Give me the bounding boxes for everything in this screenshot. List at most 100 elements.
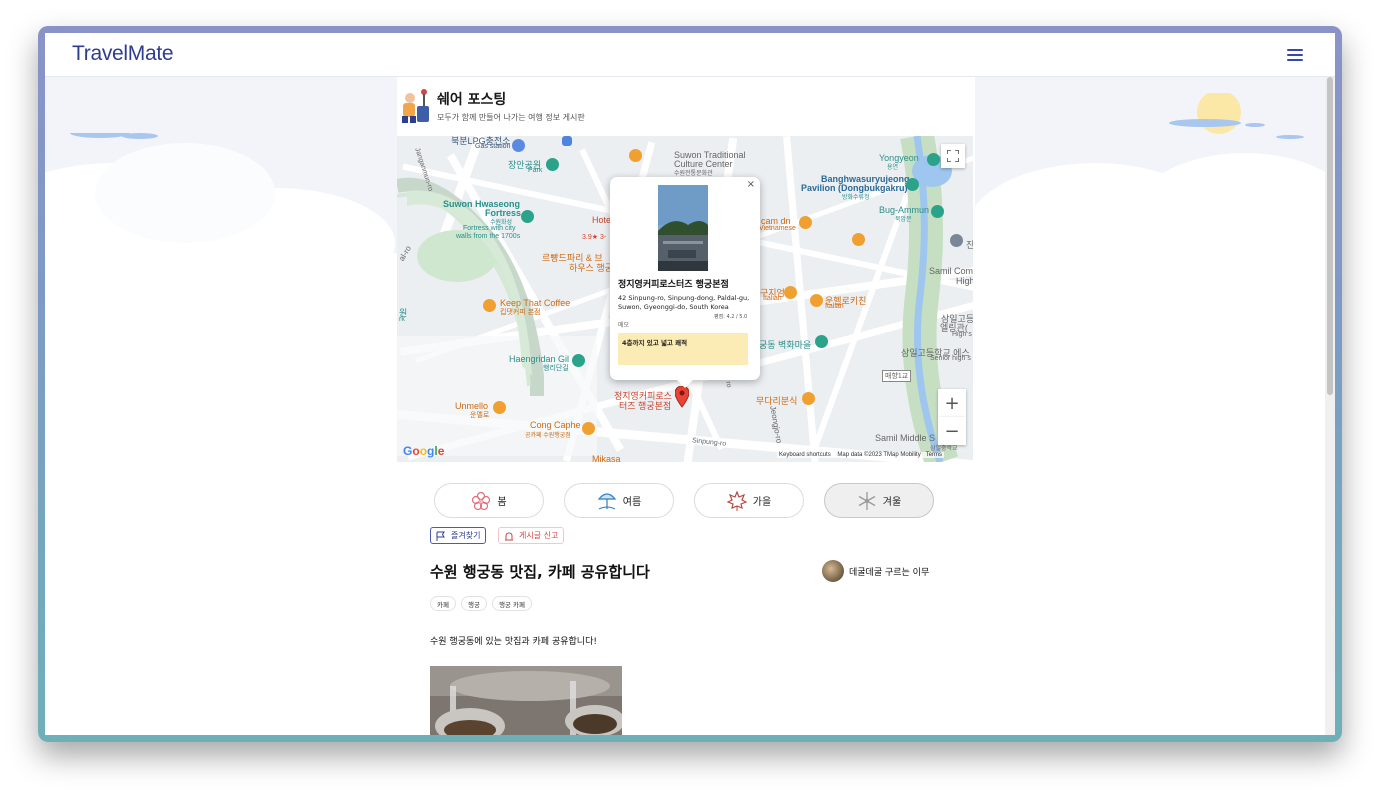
season-summer-button[interactable]: 여름 [564,483,674,518]
board-title: 쉐어 포스팅 [437,92,507,108]
cafe-pin-icon[interactable] [493,401,506,414]
google-map[interactable]: 북분LPG충전소 Gas station 장안공원 Park Suwon Tra… [397,136,973,462]
favorite-label: 즐겨찾기 [451,531,481,540]
avatar[interactable] [822,560,844,582]
landmark-pin-icon[interactable] [906,178,919,191]
map-label: walls from the 1700s [456,233,521,240]
map-label: 궁동 벽화마을 [759,340,812,350]
map-label: 3.9★ 3- [582,234,607,241]
map-label: 킵댓커피 본점 [500,309,541,316]
author-profile[interactable]: 데굴데굴 구르는 이무 [822,560,929,582]
park-pin-icon[interactable] [546,158,559,171]
selected-marker-icon[interactable] [675,386,689,408]
map-label: Italian [763,295,782,302]
siren-icon [505,531,513,540]
map-label: Fortress with city [463,225,516,232]
map-label: Mikasa [592,454,621,462]
keyboard-shortcuts-link[interactable]: Keyboard shortcuts [779,452,831,458]
map-data-text: Map data ©2023 TMap Mobility [837,452,921,458]
hamburger-menu-icon[interactable] [1287,46,1305,62]
restaurant-pin-icon[interactable] [799,216,812,229]
map-label: Italian [825,303,844,310]
tag-list: 카페 행궁 행궁 카페 [430,596,537,611]
sun-icon [1197,93,1241,134]
cloud-background-left [45,133,397,735]
map-label: 하우스 행궁 [569,263,613,273]
season-winter-button[interactable]: 겨울 [824,483,934,518]
map-label: 방화수류정 [842,195,870,201]
author-name[interactable]: 데굴데굴 구르는 이무 [849,565,929,578]
restaurant-pin-icon[interactable] [852,233,865,246]
scrollbar[interactable] [1325,77,1335,735]
gas-station-pin-icon[interactable] [512,139,525,152]
restaurant-pin-icon[interactable] [802,392,815,405]
scrollbar-thumb[interactable] [1327,77,1333,395]
beach-umbrella-icon [597,492,617,509]
fullscreen-icon[interactable] [941,144,965,168]
snowflake-icon [858,491,876,510]
zoom-out-button[interactable]: − [938,417,966,445]
flower-icon [472,491,491,510]
map-label: 운멜로 [470,412,490,419]
place-title: 정지영커피로스터즈 행궁본점 [618,280,729,290]
landmark-pin-icon[interactable] [815,335,828,348]
map-label: 매향1교 [882,370,912,382]
map-label: Cong Caphe [530,420,581,430]
map-label: Hote [592,215,612,225]
tag-chip[interactable]: 행궁 카페 [491,596,532,611]
map-label: Park [528,167,543,174]
season-selector: 봄 여름 가을 겨울 [434,483,936,519]
post-body-text: 수원 행궁동에 있는 맛집과 카페 공유합니다! [430,637,597,647]
flag-icon [436,531,445,541]
fortress-pin-icon[interactable] [521,210,534,223]
terms-link[interactable]: Terms [926,452,942,458]
cafe-pin-icon[interactable] [483,299,496,312]
bus-stop-icon[interactable] [562,136,572,146]
season-label: 여름 [622,497,642,508]
post-content: 쉐어 포스팅 모두가 함께 만들어 나가는 여행 정보 게시판 북분LPG충전소… [397,77,975,735]
season-autumn-button[interactable]: 가을 [694,483,804,518]
restaurant-pin-icon[interactable] [629,149,642,162]
map-attribution: Keyboard shortcuts Map data ©2023 TMap M… [777,452,944,458]
cafe-pin-icon[interactable] [582,422,595,435]
memo-label: 메모 [618,322,630,329]
memo-text: 4층까지 있고 넓고 쾌적 [618,333,748,365]
tag-chip[interactable]: 행궁 [460,596,487,611]
map-label: 공카페 수원행궁점 [525,433,571,439]
season-label: 봄 [497,497,507,508]
place-info-window: × 정지영커피로스터즈 행궁본점 42 Sinpung-ro, Sinpung-… [610,177,760,388]
map-label: Vietnamese [759,225,796,232]
landmark-pin-icon[interactable] [931,205,944,218]
season-spring-button[interactable]: 봄 [434,483,544,518]
map-label: rk [399,316,405,323]
cloud-background-right [975,93,1325,735]
post-photo [430,666,622,735]
place-rating: 평점: 4.2 / 5.0 [714,314,748,320]
tag-chip[interactable]: 카페 [430,596,456,611]
street-pin-icon[interactable] [572,354,585,367]
traveler-icon [402,89,429,123]
map-label: Senior high s [930,355,971,362]
map-label: Samil Com [929,266,973,276]
map-label: High s [952,331,972,338]
report-label: 게시글 신고 [519,531,559,540]
report-button[interactable]: 게시글 신고 [498,527,565,544]
map-label: 북암문 [895,217,912,223]
location-pin-icon[interactable] [950,234,963,247]
restaurant-pin-icon[interactable] [810,294,823,307]
favorite-button[interactable]: 즐겨찾기 [430,527,487,544]
zoom-in-button[interactable]: + [938,389,966,417]
top-navbar: TravelMate [45,33,1335,77]
map-label: 수원전통문화관 [674,171,713,177]
close-icon[interactable]: × [747,179,755,190]
map-label: 터즈 행궁본점 [619,401,672,411]
map-label: Samil Middle S [875,433,936,443]
restaurant-pin-icon[interactable] [784,286,797,299]
board-subtitle: 모두가 함께 만들어 나가는 여행 정보 게시판 [437,113,585,122]
place-photo [658,185,708,271]
map-label: 행리단길 [543,365,569,372]
landmark-pin-icon[interactable] [927,153,940,166]
browser-screen: TravelMate 쉐어 포스팅 모두가 함께 만들어 나가는 여행 정보 게… [45,33,1335,735]
maple-leaf-icon [726,490,747,511]
app-logo[interactable]: TravelMate [72,42,174,66]
